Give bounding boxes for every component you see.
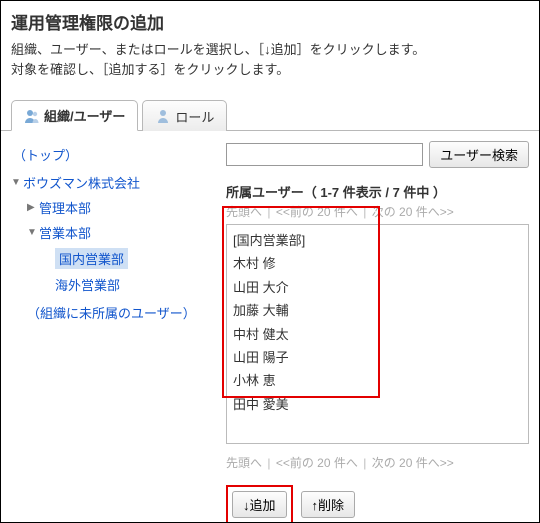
pager-top: 先頭へ | <<前の 20 件へ | 次の 20 件へ>> [226,203,529,220]
instruction-line-1: 組織、ユーザー、またはロールを選択し、［↓追加］をクリックします。 [11,42,425,57]
tree-arrow-down-icon: ▼ [27,227,37,238]
pager-first: 先頭へ [226,205,262,219]
tree-dept-domestic-label[interactable]: 国内営業部 [55,248,128,269]
instruction-line-2: 対象を確認し、［追加する］をクリックします。 [11,62,289,77]
user-list-title: 所属ユーザー（ 1-7 件表示 / 7 件中 ） [226,182,529,201]
list-item[interactable]: 中村 健太 [233,323,522,346]
tab-org-user-label: 組織/ユーザー [44,106,125,125]
highlight-annotation: ↓追加 [226,485,293,523]
list-item[interactable]: 加藤 大輔 [233,299,522,322]
role-icon [155,108,171,124]
tree-dept-sales[interactable]: ▼ 営業本部 [27,220,220,245]
tree-top[interactable]: （トップ） [11,141,220,170]
tree-arrow-right-icon: ▶ [27,202,37,213]
tree-dept-admin[interactable]: ▶ 管理本部 [27,195,220,220]
pager-bottom: 先頭へ | <<前の 20 件へ | 次の 20 件へ>> [226,454,529,471]
pager-prev: <<前の 20 件へ [276,205,358,219]
remove-button[interactable]: ↑削除 [301,491,356,518]
list-item[interactable]: 木村 修 [233,252,522,275]
tree-dept-overseas-label[interactable]: 海外営業部 [55,275,120,294]
tab-org-user[interactable]: 組織/ユーザー [11,100,138,131]
tree-dept-overseas[interactable]: 海外営業部 [43,272,220,297]
tree-dept-admin-label[interactable]: 管理本部 [39,198,91,217]
tree-unassigned[interactable]: （組織に未所属のユーザー） [11,297,220,322]
user-list[interactable]: [国内営業部] 木村 修 山田 大介 加藤 大輔 中村 健太 山田 陽子 小林 … [226,224,529,444]
pager-prev: <<前の 20 件へ [276,456,358,470]
page-title: 運用管理権限の追加 [11,9,529,34]
tree-company-label[interactable]: ボウズマン株式会社 [23,173,140,192]
list-item[interactable]: 小林 恵 [233,369,522,392]
user-list-group-label[interactable]: [国内営業部] [233,229,522,252]
pager-next: 次の 20 件へ>> [372,456,454,470]
list-item[interactable]: 田中 愛美 [233,393,522,416]
list-item[interactable]: 山田 大介 [233,276,522,299]
user-group-icon [24,108,40,124]
add-button[interactable]: ↓追加 [232,491,287,518]
user-search-button[interactable]: ユーザー検索 [429,141,529,168]
search-input[interactable] [226,143,423,166]
tree-dept-domestic[interactable]: 国内営業部 [43,245,220,272]
tab-bar: 組織/ユーザー ロール [1,99,539,131]
pager-next: 次の 20 件へ>> [372,205,454,219]
org-tree: （トップ） ▼ ボウズマン株式会社 ▶ 管理本部 ▼ 営業本部 国内営業部 [11,141,226,523]
pager-first: 先頭へ [226,456,262,470]
tab-role[interactable]: ロール [142,100,227,131]
instructions: 組織、ユーザー、またはロールを選択し、［↓追加］をクリックします。 対象を確認し… [11,40,529,79]
tab-role-label: ロール [175,107,214,126]
list-item[interactable]: 山田 陽子 [233,346,522,369]
tree-arrow-down-icon: ▼ [11,177,21,188]
tree-dept-sales-label[interactable]: 営業本部 [39,223,91,242]
tree-company[interactable]: ▼ ボウズマン株式会社 [11,170,220,195]
